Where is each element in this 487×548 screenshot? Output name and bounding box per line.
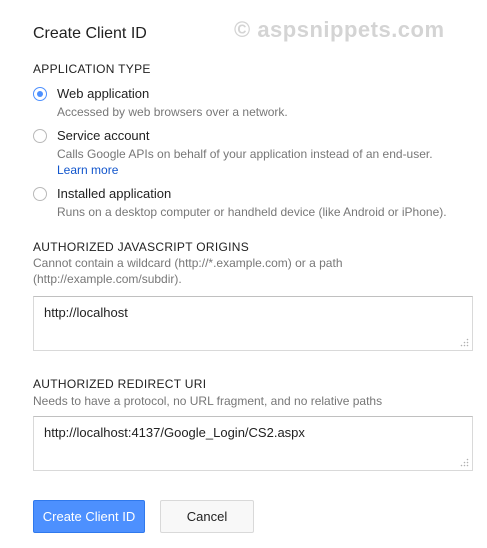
option-label: Installed application [57,186,172,201]
js-origins-value: http://localhost [44,305,128,320]
js-origins-textarea[interactable]: http://localhost [33,296,473,351]
resize-grip-icon[interactable] [460,458,469,467]
learn-more-link[interactable]: Learn more [57,163,118,177]
redirect-uri-help: Needs to have a protocol, no URL fragmen… [33,394,383,408]
application-type-heading: APPLICATION TYPE [33,62,151,76]
dialog-title: Create Client ID [33,25,147,42]
watermark: © aspsnippets.com [234,17,445,42]
option-label: Web application [57,86,150,101]
redirect-uri-textarea[interactable]: http://localhost:4137/Google_Login/CS2.a… [33,416,473,471]
option-description: Accessed by web browsers over a network. [57,105,288,119]
cancel-button[interactable]: Cancel [160,500,254,533]
radio-installed-application[interactable] [33,187,47,201]
resize-grip-icon[interactable] [460,338,469,347]
js-origins-help-line1: Cannot contain a wildcard (http://*.exam… [33,256,343,270]
js-origins-help-line2: (http://example.com/subdir). [33,272,182,286]
option-label: Service account [57,128,150,143]
redirect-uri-value: http://localhost:4137/Google_Login/CS2.a… [44,425,305,440]
option-description: Calls Google APIs on behalf of your appl… [57,147,433,161]
radio-service-account[interactable] [33,129,47,143]
create-client-id-button[interactable]: Create Client ID [33,500,145,533]
js-origins-heading: AUTHORIZED JAVASCRIPT ORIGINS [33,240,250,254]
redirect-uri-heading: AUTHORIZED REDIRECT URI [33,377,207,391]
create-client-id-dialog: Create Client ID © aspsnippets.com APPLI… [0,0,487,548]
js-origins-help: Cannot contain a wildcard (http://*.exam… [33,255,473,287]
radio-web-application[interactable] [33,87,47,101]
option-description: Runs on a desktop computer or handheld d… [57,205,447,219]
